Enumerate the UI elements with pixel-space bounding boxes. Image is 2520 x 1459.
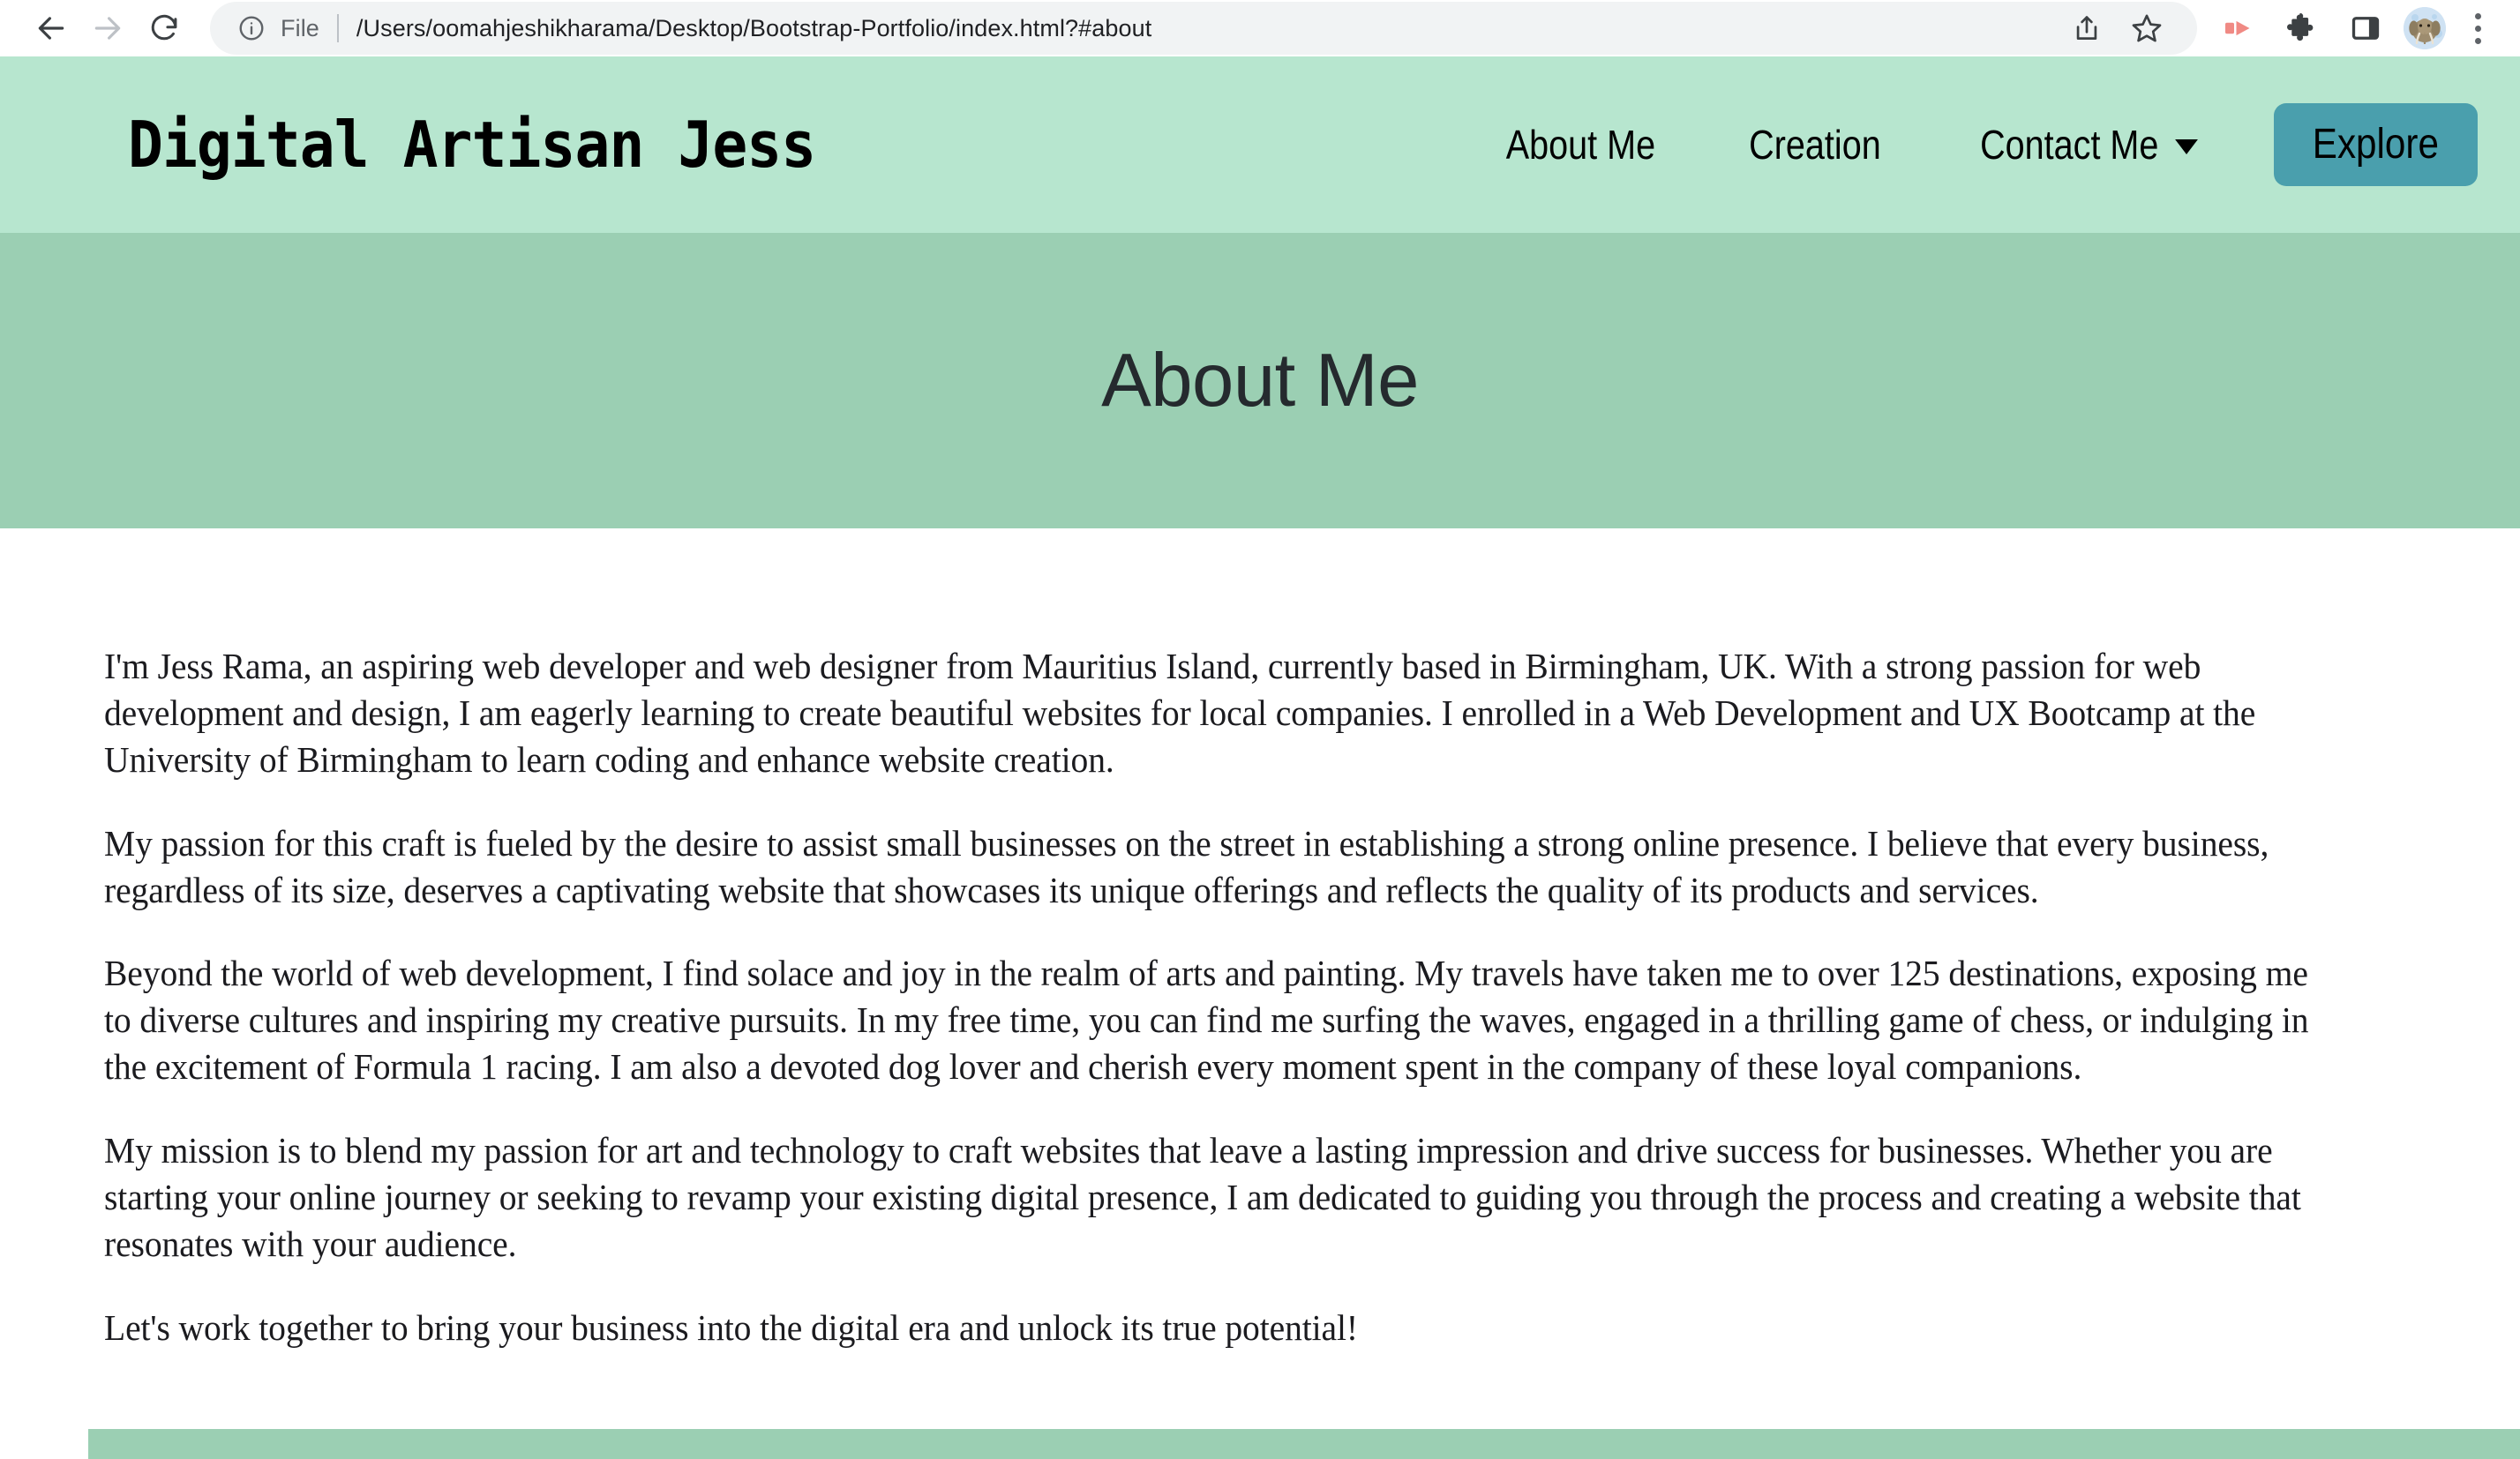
- info-circle-icon: [239, 16, 264, 41]
- share-button[interactable]: [2061, 3, 2112, 54]
- bookmark-button[interactable]: [2121, 3, 2172, 54]
- extensions-button[interactable]: [2276, 3, 2328, 54]
- reload-icon: [151, 14, 177, 41]
- kebab-dot: [2474, 12, 2481, 19]
- media-play-icon: [2225, 20, 2250, 36]
- page-content: Digital Artisan Jess About Me Creation C…: [0, 56, 2520, 1459]
- forward-button[interactable]: [79, 0, 136, 56]
- kebab-dot: [2474, 37, 2481, 44]
- nav-item-creation[interactable]: Creation: [1719, 121, 1911, 168]
- footer-strip: [88, 1428, 2520, 1459]
- site-nav-links: About Me Creation Contact Me Explore: [1459, 102, 2520, 187]
- about-paragraph-4: My mission is to blend my passion for ar…: [104, 1130, 2301, 1264]
- browser-toolbar-actions: [2213, 3, 2497, 54]
- reload-button[interactable]: [136, 0, 192, 56]
- star-icon: [2132, 14, 2162, 42]
- media-control-button[interactable]: [2213, 3, 2264, 54]
- side-panel-button[interactable]: [2340, 3, 2391, 54]
- profile-avatar[interactable]: [2404, 7, 2446, 49]
- elephant-avatar-icon: [2404, 7, 2446, 49]
- nav-item-about-me[interactable]: About Me: [1476, 121, 1686, 168]
- kebab-dot: [2474, 25, 2481, 32]
- url-scheme-label: File: [281, 14, 319, 41]
- back-arrow-icon: [38, 17, 64, 40]
- address-bar[interactable]: File /Users/oomahjeshikharama/Desktop/Bo…: [210, 2, 2197, 55]
- side-panel-icon: [2351, 17, 2380, 40]
- forward-arrow-icon: [94, 17, 121, 40]
- browser-toolbar: File /Users/oomahjeshikharama/Desktop/Bo…: [0, 0, 2520, 56]
- nav-item-contact-me-label: Contact Me: [1980, 121, 2159, 168]
- about-paragraph-2: My passion for this craft is fueled by t…: [104, 822, 2269, 910]
- site-navbar: Digital Artisan Jess About Me Creation C…: [0, 56, 2520, 233]
- omnibox-actions: [2061, 3, 2172, 54]
- hero-banner: About Me: [0, 233, 2520, 528]
- page-title: About Me: [1101, 338, 1419, 423]
- about-content: I'm Jess Rama, an aspiring web developer…: [0, 528, 2520, 1351]
- nav-item-contact-me[interactable]: Contact Me: [1950, 121, 2229, 168]
- share-icon: [2076, 16, 2097, 40]
- url-text[interactable]: /Users/oomahjeshikharama/Desktop/Bootstr…: [356, 15, 2051, 42]
- back-button[interactable]: [23, 0, 79, 56]
- site-brand-logo[interactable]: Digital Artisan Jess: [128, 108, 816, 182]
- explore-button[interactable]: Explore: [2274, 102, 2478, 187]
- explore-button-label: Explore: [2313, 120, 2440, 168]
- puzzle-piece-icon: [2287, 12, 2314, 41]
- omnibox-divider: [336, 14, 339, 42]
- about-paragraph-5: Let's work together to bring your busine…: [104, 1306, 1358, 1348]
- about-paragraph-3: Beyond the world of web development, I f…: [104, 953, 2309, 1088]
- browser-menu-button[interactable]: [2458, 3, 2497, 54]
- chevron-down-icon: [2175, 139, 2199, 155]
- about-paragraph-1: I'm Jess Rama, an aspiring web developer…: [104, 646, 2256, 780]
- site-info-icon[interactable]: [235, 11, 268, 45]
